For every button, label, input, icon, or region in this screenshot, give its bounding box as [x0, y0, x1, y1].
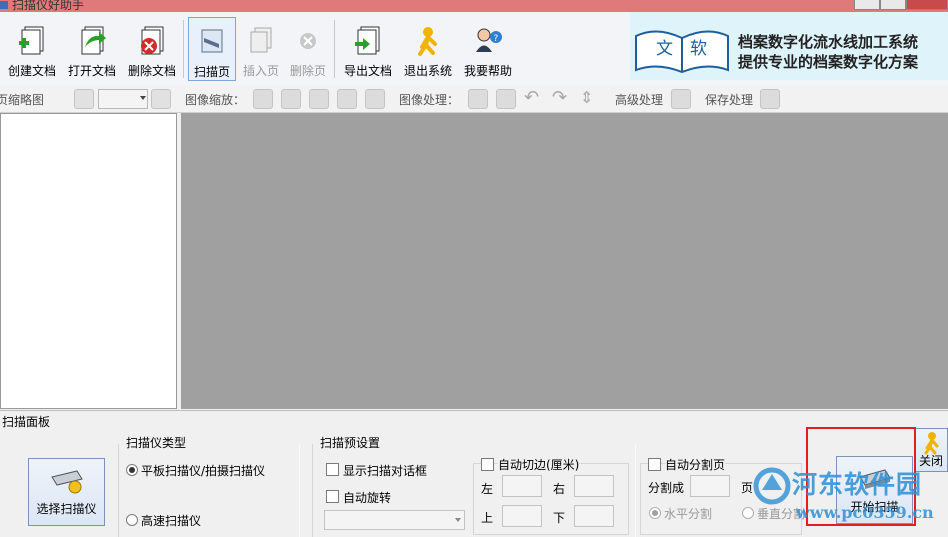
horizontal-split-radio[interactable] — [649, 507, 661, 519]
show-dialog-label: 显示扫描对话框 — [343, 464, 428, 478]
split-count-input[interactable] — [690, 475, 730, 497]
create-document-icon — [19, 26, 44, 55]
despeckle-icon[interactable] — [496, 89, 516, 109]
advanced-process-label: 高级处理 — [615, 93, 664, 107]
toolbar-separator — [183, 20, 184, 78]
open-document-icon — [81, 26, 106, 55]
flip-icon[interactable]: ⇕ — [580, 89, 598, 107]
zoom-in-icon[interactable] — [253, 89, 273, 109]
app-icon — [0, 1, 8, 9]
deskew-icon[interactable] — [468, 89, 488, 109]
delete-page-icon — [300, 33, 316, 49]
open-document-button[interactable]: 打开文档 — [64, 17, 120, 79]
export-document-button[interactable]: 导出文档 — [340, 17, 396, 79]
prev-page-icon[interactable] — [74, 89, 94, 109]
crop-right-input[interactable] — [574, 475, 614, 497]
exit-button[interactable]: 退出系统 — [400, 17, 456, 79]
fit-page-icon[interactable] — [365, 89, 385, 109]
crop-left-input[interactable] — [502, 475, 542, 497]
auto-rotate-label: 自动旋转 — [343, 491, 392, 505]
split-into-label: 分割成 — [648, 481, 685, 495]
crop-bottom-label: 下 — [553, 511, 566, 525]
close-window-button[interactable] — [906, 0, 948, 10]
fit-width-icon[interactable] — [309, 89, 329, 109]
horizontal-split-label: 水平分割 — [664, 507, 713, 521]
crop-left-label: 左 — [481, 482, 494, 496]
banner-logo-char: 文 — [656, 39, 673, 59]
maximize-button[interactable] — [880, 0, 906, 10]
delete-document-icon — [141, 26, 164, 55]
watermark-line-1: 河东软件园 — [792, 470, 923, 499]
save-process-label: 保存处理 — [705, 93, 754, 107]
minimize-button[interactable] — [854, 0, 880, 10]
scan-page-icon — [201, 29, 223, 53]
process-label: 图像处理： — [399, 93, 460, 107]
banner-line-2: 提供专业的档案数字化方案 — [738, 53, 919, 71]
thumbnail-label: 页缩略图 — [0, 93, 45, 107]
chevron-down-icon — [455, 518, 461, 522]
banner-logo-char: 软 — [690, 39, 707, 59]
window-title: 扫描仪好助手 — [12, 0, 85, 12]
export-document-icon — [355, 26, 380, 55]
thumbnail-panel[interactable] — [0, 113, 177, 409]
watermark-line-2: www.pc0359.cn — [796, 503, 934, 522]
scan-preset-title: 扫描预设置 — [320, 436, 381, 450]
insert-page-icon — [250, 27, 272, 53]
flatbed-radio[interactable] — [126, 464, 138, 476]
auto-split-checkbox[interactable] — [648, 458, 661, 471]
crop-top-input[interactable] — [502, 505, 542, 527]
delete-page-button[interactable]: 删除页 — [286, 17, 330, 79]
rotate-right-icon[interactable]: ↷ — [552, 89, 570, 107]
advanced-process-icon[interactable] — [671, 89, 691, 109]
product-banner: 文 软 档案数字化流水线加工系统 提供专业的档案数字化方案 — [630, 12, 948, 80]
auto-crop-label: 自动切边(厘米) — [498, 456, 580, 473]
auto-split-label: 自动分割页 — [665, 456, 726, 473]
crop-top-label: 上 — [481, 511, 494, 525]
scanner-type-title: 扫描仪类型 — [126, 436, 187, 450]
site-watermark: 河东软件园 www.pc0359.cn — [752, 462, 948, 532]
svg-text:?: ? — [494, 34, 499, 44]
image-toolbar: 页缩略图 图像缩放： 图像处理： ↶ ↷ ⇕ 高级处理 保存处理 — [0, 85, 948, 113]
highspeed-radio[interactable] — [126, 514, 138, 526]
flatbed-label: 平板扫描仪/拍摄扫描仪 — [141, 464, 266, 478]
rotate-left-icon[interactable]: ↶ — [524, 89, 542, 107]
page-select[interactable] — [98, 89, 148, 109]
banner-line-1: 档案数字化流水线加工系统 — [738, 33, 919, 51]
exit-icon — [418, 27, 437, 56]
watermark-logo-icon — [753, 467, 791, 505]
save-icon[interactable] — [760, 89, 780, 109]
scan-page-button[interactable]: 扫描页 — [188, 17, 236, 81]
delete-document-button[interactable]: 删除文档 — [124, 17, 180, 79]
crop-bottom-input[interactable] — [574, 505, 614, 527]
toolbar-separator — [334, 20, 335, 78]
title-bar: 扫描仪好助手 — [0, 0, 948, 12]
fit-height-icon[interactable] — [337, 89, 357, 109]
help-icon: ? — [476, 28, 502, 52]
scanner-gear-icon — [51, 470, 83, 494]
select-scanner-button[interactable]: 选择扫描仪 — [28, 458, 105, 526]
next-page-icon[interactable] — [151, 89, 171, 109]
auto-crop-checkbox[interactable] — [481, 458, 494, 471]
highspeed-label: 高速扫描仪 — [141, 514, 202, 528]
book-logo-icon — [635, 30, 729, 74]
scan-panel-title: 扫描面板 — [2, 415, 51, 429]
auto-rotate-checkbox[interactable] — [326, 490, 339, 503]
zoom-out-icon[interactable] — [281, 89, 301, 109]
zoom-label: 图像缩放： — [185, 93, 246, 107]
create-document-button[interactable]: 创建文档 — [4, 17, 60, 79]
show-dialog-checkbox[interactable] — [326, 463, 339, 476]
insert-page-button[interactable]: 插入页 — [238, 17, 284, 79]
image-preview-area[interactable] — [181, 113, 948, 409]
chevron-down-icon — [140, 96, 146, 100]
crop-right-label: 右 — [553, 482, 566, 496]
rotate-select[interactable] — [324, 510, 465, 530]
help-button[interactable]: ? 我要帮助 — [460, 17, 516, 79]
